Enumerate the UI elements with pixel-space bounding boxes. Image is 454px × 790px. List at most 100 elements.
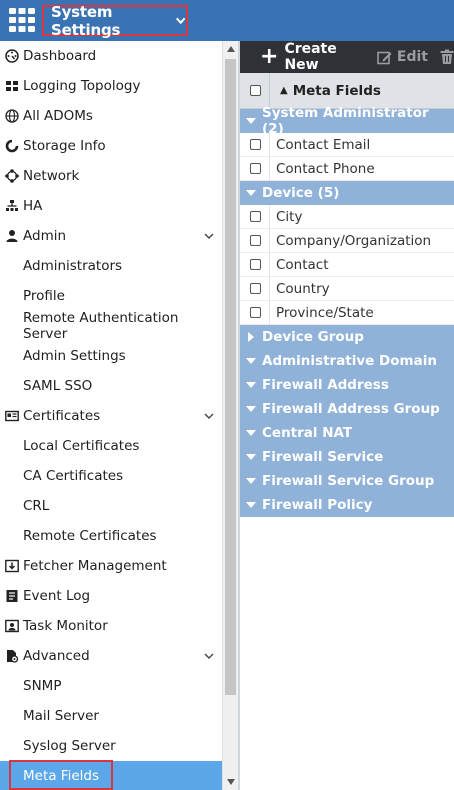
create-new-button[interactable]: + Create New (240, 41, 363, 73)
row-checkbox[interactable] (250, 259, 261, 270)
row-checkbox[interactable] (250, 163, 261, 174)
task-monitor-icon (5, 619, 19, 633)
select-all-checkbox[interactable] (250, 85, 261, 96)
create-new-label: Create New (284, 41, 337, 73)
group-label: Firewall Address Group (262, 401, 440, 417)
column-header-meta-fields[interactable]: Meta Fields (293, 83, 381, 99)
sidebar-item-label: Task Monitor (23, 618, 108, 634)
table-row[interactable]: Contact Phone (240, 156, 454, 181)
sidebar-item-remote-certificates[interactable]: Remote Certificates (0, 521, 222, 551)
sidebar-item-label: CRL (23, 498, 50, 514)
sidebar-item-label: SAML SSO (23, 378, 93, 394)
sidebar-item-network[interactable]: Network (0, 161, 222, 191)
scroll-up-arrow-icon[interactable] (226, 45, 236, 53)
sidebar-item-label: SNMP (23, 678, 62, 694)
sidebar-item-crl[interactable]: CRL (0, 491, 222, 521)
column-separator (269, 276, 270, 301)
scrollbar-thumb[interactable] (225, 59, 236, 695)
chevron-down-icon (175, 17, 185, 25)
row-checkbox[interactable] (250, 211, 261, 222)
caret-down-icon (246, 430, 256, 436)
sidebar-item-label: Admin Settings (23, 348, 126, 364)
chevron-down-icon[interactable] (204, 232, 214, 240)
group-label: Central NAT (262, 425, 353, 441)
group-row-device-group[interactable]: Device Group (240, 325, 454, 349)
sidebar-item-storage-info[interactable]: Storage Info (0, 131, 222, 161)
sidebar-item-dashboard[interactable]: Dashboard (0, 41, 222, 71)
table-row[interactable]: Company/Organization (240, 228, 454, 253)
group-label: Device Group (262, 329, 364, 345)
sidebar-item-label: CA Certificates (23, 468, 124, 484)
row-checkbox[interactable] (250, 283, 261, 294)
group-row-device[interactable]: Device (5) (240, 181, 454, 205)
caret-down-icon (246, 190, 256, 196)
row-checkbox[interactable] (250, 235, 261, 246)
group-row-system-administrator[interactable]: System Administrator (2) (240, 105, 454, 137)
row-label: Contact Email (276, 136, 371, 153)
table-row[interactable]: City (240, 204, 454, 229)
sidebar-item-all-adoms[interactable]: All ADOMs (0, 101, 222, 131)
column-separator (269, 252, 270, 277)
table-row[interactable]: Province/State (240, 300, 454, 325)
group-label: Firewall Service Group (262, 473, 435, 489)
sidebar-item-saml-sso[interactable]: SAML SSO (0, 371, 222, 401)
row-label: Company/Organization (276, 232, 432, 249)
sidebar-item-administrators[interactable]: Administrators (0, 251, 222, 281)
row-checkbox[interactable] (250, 139, 261, 150)
chevron-down-icon[interactable] (204, 652, 214, 660)
table-row[interactable]: Contact Email (240, 132, 454, 157)
sidebar-item-local-certificates[interactable]: Local Certificates (0, 431, 222, 461)
sidebar-item-admin[interactable]: Admin (0, 221, 222, 251)
group-label: Firewall Policy (262, 497, 373, 513)
fetcher-icon (5, 559, 19, 573)
system-settings-menu-button[interactable]: System Settings (42, 2, 188, 39)
table-row[interactable]: Country (240, 276, 454, 301)
column-separator (269, 72, 270, 109)
sidebar-item-label: Certificates (23, 408, 101, 424)
column-separator (269, 300, 270, 325)
group-row-administrative-domain[interactable]: Administrative Domain (240, 349, 454, 373)
fortinet-grid-logo-icon[interactable] (9, 8, 35, 32)
group-row-central-nat[interactable]: Central NAT (240, 421, 454, 445)
sidebar-item-label: Admin (23, 228, 67, 244)
main-toolbar: + Create New Edit (240, 41, 454, 73)
sidebar-item-profile[interactable]: Profile (0, 281, 222, 311)
table-row[interactable]: Contact (240, 252, 454, 277)
sidebar-item-remote-authentication-server[interactable]: Remote Authentication Server (0, 310, 222, 342)
group-row-firewall-policy[interactable]: Firewall Policy (240, 493, 454, 517)
row-label: Contact Phone (276, 160, 375, 177)
sidebar-item-advanced[interactable]: Advanced (0, 641, 222, 671)
network-icon (5, 169, 19, 183)
sidebar-item-logging-topology[interactable]: Logging Topology (0, 71, 222, 101)
row-label: City (276, 208, 303, 225)
group-row-firewall-service-group[interactable]: Firewall Service Group (240, 469, 454, 493)
sidebar-item-label: Remote Certificates (23, 528, 157, 544)
sidebar-item-event-log[interactable]: Event Log (0, 581, 222, 611)
delete-button[interactable] (428, 41, 454, 73)
sidebar-item-task-monitor[interactable]: Task Monitor (0, 611, 222, 641)
scroll-down-arrow-icon[interactable] (226, 778, 236, 786)
sidebar-item-fetcher-management[interactable]: Fetcher Management (0, 551, 222, 581)
row-checkbox[interactable] (250, 307, 261, 318)
edit-button[interactable]: Edit (363, 41, 428, 73)
caret-down-icon (246, 502, 256, 508)
sidebar-item-ca-certificates[interactable]: CA Certificates (0, 461, 222, 491)
caret-down-icon (246, 406, 256, 412)
group-row-firewall-service[interactable]: Firewall Service (240, 445, 454, 469)
sidebar-item-mail-server[interactable]: Mail Server (0, 701, 222, 731)
group-row-firewall-address-group[interactable]: Firewall Address Group (240, 397, 454, 421)
sidebar-item-label: Network (23, 168, 80, 184)
sidebar-scrollbar[interactable] (222, 41, 238, 790)
group-row-firewall-address[interactable]: Firewall Address (240, 373, 454, 397)
sidebar-item-syslog-server[interactable]: Syslog Server (0, 731, 222, 761)
sidebar-item-admin-settings[interactable]: Admin Settings (0, 341, 222, 371)
sidebar-item-snmp[interactable]: SNMP (0, 671, 222, 701)
sort-ascending-icon[interactable]: ▲ (280, 85, 288, 96)
sidebar-item-ha[interactable]: HA (0, 191, 222, 221)
app-menu-label: System Settings (51, 2, 121, 39)
dashboard-gauge-icon (5, 49, 19, 63)
chevron-down-icon[interactable] (204, 412, 214, 420)
sidebar-item-certificates[interactable]: Certificates (0, 401, 222, 431)
group-label: Device (5) (262, 185, 340, 201)
sidebar-item-label: Local Certificates (23, 438, 140, 454)
